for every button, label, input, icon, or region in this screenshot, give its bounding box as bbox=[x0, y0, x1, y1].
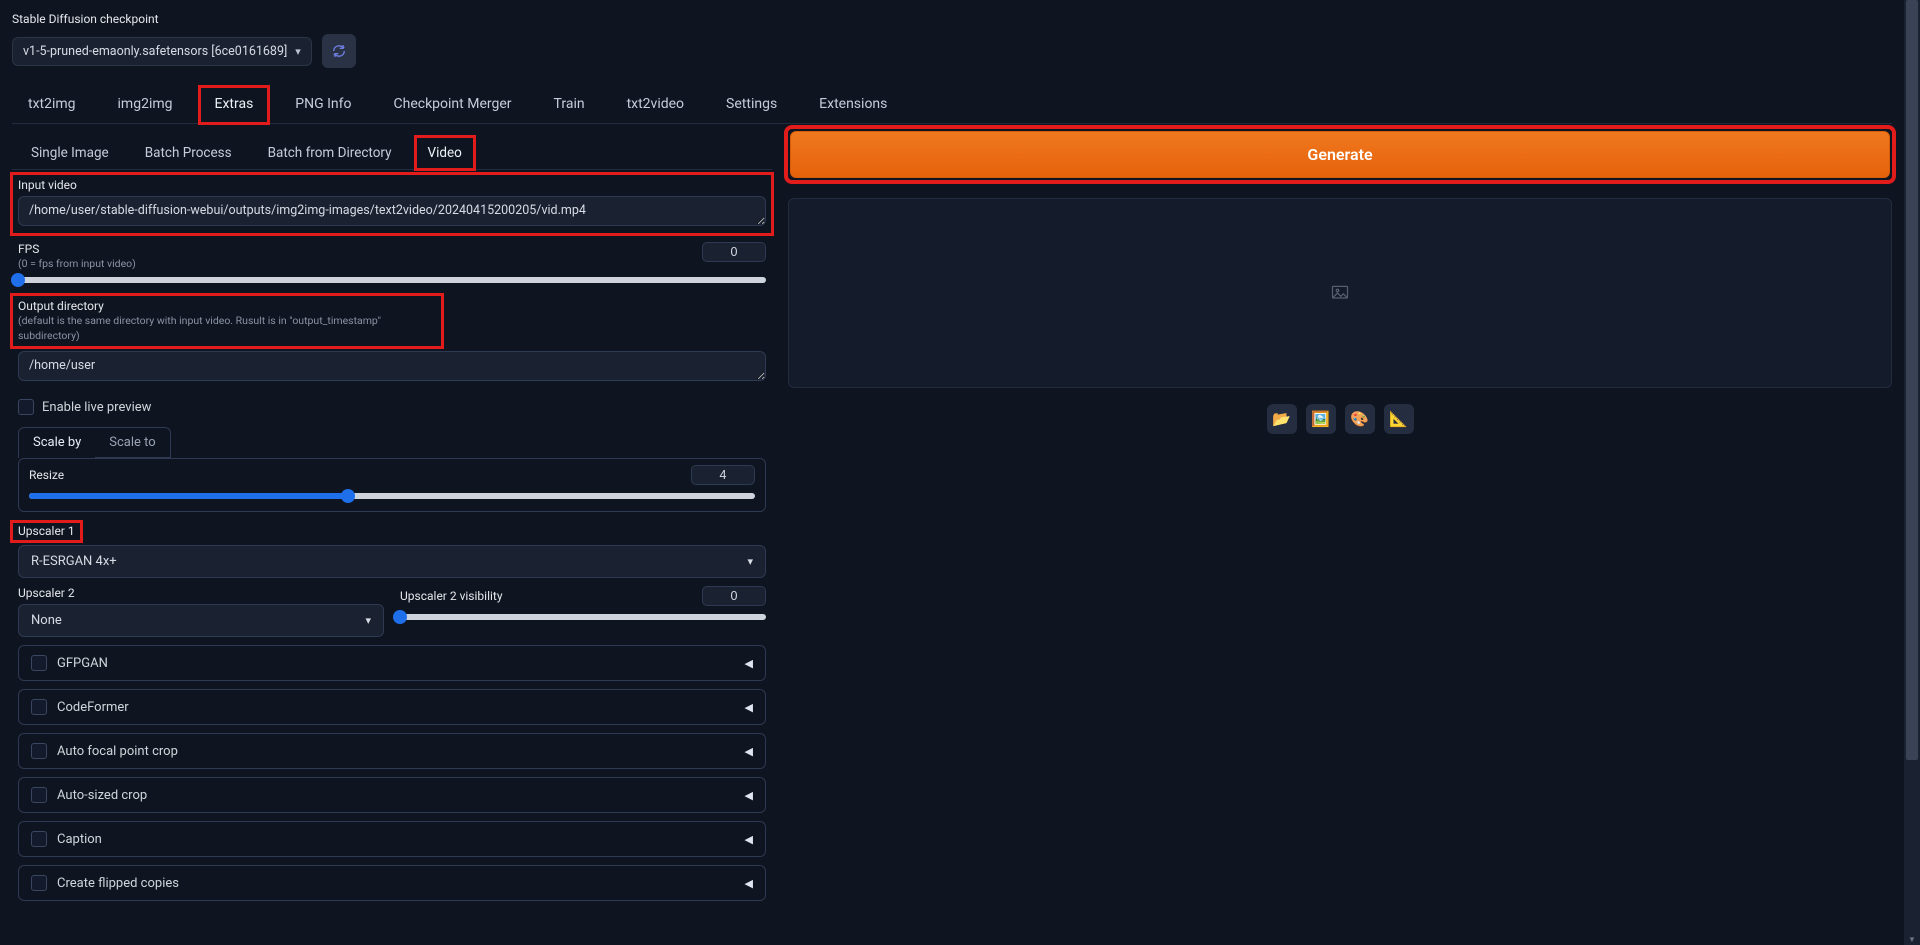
tab-txt2video[interactable]: txt2video bbox=[611, 86, 700, 123]
checkpoint-value-text: v1-5-pruned-emaonly.safetensors [6ce0161… bbox=[23, 44, 287, 59]
upscaler2-block: Upscaler 2 None ▾ bbox=[18, 586, 384, 637]
tab-checkpoint-merger[interactable]: Checkpoint Merger bbox=[378, 86, 528, 123]
send-to-extras-button[interactable]: 📐 bbox=[1384, 404, 1414, 434]
fps-block: FPS (0 = fps from input video) bbox=[12, 238, 772, 287]
fps-slider[interactable] bbox=[18, 277, 766, 283]
scale-panel: Resize bbox=[18, 458, 766, 512]
accordion-checkbox[interactable] bbox=[31, 831, 47, 847]
accordion-label: Caption bbox=[57, 832, 102, 847]
accordion-auto-focal-point-crop[interactable]: Auto focal point crop ◀ bbox=[18, 733, 766, 769]
resize-label: Resize bbox=[29, 468, 64, 482]
upscaler2-vis-block: Upscaler 2 visibility bbox=[400, 586, 766, 637]
subtab-single-image[interactable]: Single Image bbox=[18, 136, 122, 169]
scrollbar-thumb[interactable] bbox=[1906, 0, 1918, 760]
live-preview-label: Enable live preview bbox=[42, 400, 151, 415]
vertical-scrollbar[interactable]: ▲ ▼ bbox=[1904, 0, 1920, 945]
save-image-button[interactable]: 🖼️ bbox=[1306, 404, 1336, 434]
subtab-batch-process[interactable]: Batch Process bbox=[132, 136, 245, 169]
scale-tab-scale-to[interactable]: Scale to bbox=[95, 428, 169, 457]
accordion-caption[interactable]: Caption ◀ bbox=[18, 821, 766, 857]
open-folder-button[interactable]: 📂 bbox=[1267, 404, 1297, 434]
output-dir-input-wrap bbox=[12, 351, 772, 389]
refresh-icon bbox=[331, 43, 347, 59]
accordion-codeformer[interactable]: CodeFormer ◀ bbox=[18, 689, 766, 725]
output-dir-block: Output directory (default is the same di… bbox=[12, 295, 442, 347]
accordion-label: CodeFormer bbox=[57, 700, 129, 715]
output-dir-input[interactable] bbox=[18, 351, 766, 381]
collapse-icon: ◀ bbox=[745, 877, 753, 890]
accordion-checkbox[interactable] bbox=[31, 743, 47, 759]
input-video-block: Input video bbox=[12, 174, 772, 234]
collapse-icon: ◀ bbox=[745, 789, 753, 802]
upscaler2-value: None bbox=[31, 613, 62, 628]
collapse-icon: ◀ bbox=[745, 833, 753, 846]
send-to-img2img-button[interactable]: 🎨 bbox=[1345, 404, 1375, 434]
output-action-buttons: 📂 🖼️ 🎨 📐 bbox=[788, 404, 1892, 434]
output-dir-label: Output directory bbox=[18, 299, 436, 313]
collapse-icon: ◀ bbox=[745, 657, 753, 670]
input-video-label: Input video bbox=[18, 178, 766, 192]
accordion-create-flipped-copies[interactable]: Create flipped copies ◀ bbox=[18, 865, 766, 901]
tab-png-info[interactable]: PNG Info bbox=[279, 86, 367, 123]
upscaler2-vis-number-input[interactable] bbox=[702, 586, 766, 606]
upscaler2-vis-slider[interactable] bbox=[400, 614, 766, 620]
tab-img2img[interactable]: img2img bbox=[102, 86, 189, 123]
subtab-video[interactable]: Video bbox=[415, 136, 475, 170]
upscaler1-block: Upscaler 1 R-ESRGAN 4x+ ▾ bbox=[18, 522, 766, 578]
tab-train[interactable]: Train bbox=[538, 86, 601, 123]
fps-label: FPS bbox=[18, 242, 136, 256]
accordion-gfpgan[interactable]: GFPGAN ◀ bbox=[18, 645, 766, 681]
accordion-checkbox[interactable] bbox=[31, 875, 47, 891]
resize-slider[interactable] bbox=[29, 493, 755, 499]
chevron-down-icon: ▾ bbox=[365, 614, 371, 627]
upscaler1-select[interactable]: R-ESRGAN 4x+ ▾ bbox=[18, 545, 766, 578]
subtab-batch-from-directory[interactable]: Batch from Directory bbox=[255, 136, 405, 169]
generate-button[interactable]: Generate bbox=[790, 131, 1890, 178]
upscaler1-label: Upscaler 1 bbox=[18, 524, 75, 538]
output-dir-hint: (default is the same directory with inpu… bbox=[18, 314, 381, 342]
live-preview-checkbox[interactable] bbox=[18, 399, 34, 415]
accordion-auto-sized-crop[interactable]: Auto-sized crop ◀ bbox=[18, 777, 766, 813]
input-video-input[interactable] bbox=[18, 196, 766, 226]
upscaler1-label-hl: Upscaler 1 bbox=[12, 522, 81, 541]
extras-subtabs: Single Image Batch Process Batch from Dire… bbox=[12, 136, 772, 170]
accordion-label: Auto-sized crop bbox=[57, 788, 147, 803]
fps-hint: (0 = fps from input video) bbox=[18, 257, 136, 270]
accordion-label: Create flipped copies bbox=[57, 876, 179, 891]
resize-number-input[interactable] bbox=[691, 465, 755, 485]
upscaler2-select[interactable]: None ▾ bbox=[18, 604, 384, 637]
accordion-label: GFPGAN bbox=[57, 656, 108, 671]
tab-settings[interactable]: Settings bbox=[710, 86, 793, 123]
accordion-checkbox[interactable] bbox=[31, 655, 47, 671]
tab-txt2img[interactable]: txt2img bbox=[12, 86, 92, 123]
generate-highlight: Generate bbox=[788, 129, 1892, 180]
scrollbar-down-icon[interactable]: ▼ bbox=[1904, 933, 1920, 945]
accordion-label: Auto focal point crop bbox=[57, 744, 178, 759]
checkpoint-select[interactable]: v1-5-pruned-emaonly.safetensors [6ce0161… bbox=[12, 37, 312, 66]
upscaler1-value: R-ESRGAN 4x+ bbox=[31, 554, 117, 569]
accordion-checkbox[interactable] bbox=[31, 787, 47, 803]
main-tabs: txt2img img2img ExtrasPNG Info Checkpoint M… bbox=[12, 86, 1892, 124]
checkpoint-refresh-button[interactable] bbox=[322, 34, 356, 68]
upscaler2-label: Upscaler 2 bbox=[18, 586, 384, 600]
chevron-down-icon: ▾ bbox=[747, 555, 753, 568]
upscaler2-vis-label: Upscaler 2 visibility bbox=[400, 589, 503, 603]
collapse-icon: ◀ bbox=[745, 701, 753, 714]
scale-tabs: Scale byScale to bbox=[18, 427, 171, 458]
accordion-checkbox[interactable] bbox=[31, 699, 47, 715]
output-preview bbox=[788, 198, 1892, 388]
tab-extensions[interactable]: Extensions bbox=[803, 86, 903, 123]
fps-number-input[interactable] bbox=[702, 242, 766, 262]
image-placeholder-icon bbox=[1330, 283, 1350, 303]
live-preview-row[interactable]: Enable live preview bbox=[12, 399, 772, 415]
checkpoint-label: Stable Diffusion checkpoint bbox=[12, 12, 1892, 26]
collapse-icon: ◀ bbox=[745, 745, 753, 758]
tab-extras[interactable]: Extras bbox=[199, 86, 270, 124]
scale-tab-scale-by[interactable]: Scale by bbox=[19, 428, 95, 458]
